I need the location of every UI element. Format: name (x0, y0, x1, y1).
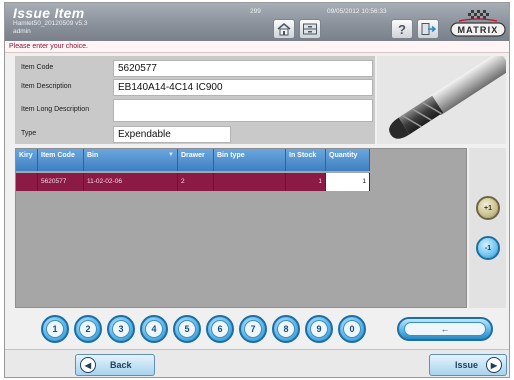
column-header-bin-label: Bin (87, 152, 99, 159)
minus-one-button[interactable]: -1 (476, 236, 500, 260)
key-6-label: 6 (211, 320, 229, 338)
back-button[interactable]: ◀ Back (75, 354, 155, 376)
logout-button[interactable] (417, 19, 439, 39)
app-build: Hamlet50_20120509 v5.3 (13, 20, 88, 27)
matrix-logo: MATRIX (449, 9, 507, 39)
quantity-input[interactable]: 1 (326, 173, 370, 191)
drawer-button[interactable] (299, 19, 321, 39)
item-code-field[interactable]: 5620577 (113, 60, 373, 77)
cell-drawer: 2 (178, 173, 214, 191)
key-5-label: 5 (178, 320, 196, 338)
key-0-label: 0 (343, 320, 361, 338)
backspace-button[interactable]: ← (397, 317, 493, 341)
cell-bin-type (214, 173, 286, 191)
issue-button-label: Issue (454, 360, 478, 370)
column-header-in-stock[interactable]: In Stock (286, 149, 326, 171)
key-2[interactable]: 2 (74, 315, 102, 343)
date-time: 09/05/2012 10:56:33 (327, 8, 387, 15)
key-4[interactable]: 4 (140, 315, 168, 343)
logo-text: MATRIX (457, 25, 498, 35)
key-4-label: 4 (145, 320, 163, 338)
quantity-adjust-panel: +1 -1 (469, 148, 506, 308)
key-2-label: 2 (79, 320, 97, 338)
bottom-bar: ◀ Back Issue ▶ (5, 349, 509, 377)
cell-item-code: 5620577 (38, 173, 84, 191)
key-1[interactable]: 1 (41, 315, 69, 343)
item-long-description-label: Item Long Description (21, 106, 90, 113)
item-image (377, 56, 506, 144)
column-header-kiry[interactable]: Kiry (16, 149, 38, 171)
item-description-label: Item Description (21, 83, 72, 90)
arrow-right-icon: ▶ (486, 357, 502, 373)
key-8[interactable]: 8 (272, 315, 300, 343)
key-7-label: 7 (244, 320, 262, 338)
table-header: Kiry Item Code Bin ▼ Drawer Bin type In … (16, 149, 370, 171)
key-9[interactable]: 9 (305, 315, 333, 343)
column-header-item-code[interactable]: Item Code (38, 149, 84, 171)
drawer-icon (303, 23, 317, 35)
exit-icon (421, 23, 436, 35)
cell-bin: 11-02-02-06 (84, 173, 178, 191)
help-button[interactable]: ? (391, 19, 413, 39)
app-version: Hamlet50_20120509 v5.3 admin (13, 20, 87, 36)
key-6[interactable]: 6 (206, 315, 234, 343)
app-window: Issue Item Hamlet50_20120509 v5.3 admin … (4, 2, 510, 378)
plus-one-button[interactable]: +1 (476, 196, 500, 220)
sort-icon: ▼ (168, 152, 174, 158)
column-header-drawer[interactable]: Drawer (178, 149, 214, 171)
home-icon (277, 23, 291, 36)
item-code-label: Item Code (21, 64, 54, 71)
issue-button[interactable]: Issue ▶ (429, 354, 507, 376)
title-bar: Issue Item Hamlet50_20120509 v5.3 admin … (5, 3, 509, 41)
item-description-field[interactable]: EB140A14-4C14 IC900 (113, 79, 373, 96)
key-5[interactable]: 5 (173, 315, 201, 343)
column-header-bin[interactable]: Bin ▼ (84, 149, 178, 171)
key-1-label: 1 (46, 320, 64, 338)
cell-kiry (16, 173, 38, 191)
key-8-label: 8 (277, 320, 295, 338)
cell-in-stock: 1 (286, 173, 326, 191)
back-button-label: Back (110, 360, 132, 370)
item-details-panel: Item Code 5620577 Item Description EB140… (15, 56, 375, 144)
item-long-description-field[interactable] (113, 99, 373, 122)
numeric-keypad: 1 2 3 4 5 6 7 8 9 0 ← (5, 309, 509, 347)
svg-text:?: ? (398, 22, 406, 37)
station-number: 299 (250, 8, 261, 15)
key-3-label: 3 (112, 320, 130, 338)
prompt-message: Please enter your choice. (5, 41, 509, 53)
bin-table: Kiry Item Code Bin ▼ Drawer Bin type In … (15, 148, 467, 308)
help-icon: ? (398, 22, 406, 37)
backspace-icon: ← (404, 322, 486, 336)
page-title: Issue Item (13, 5, 85, 21)
table-row[interactable]: 5620577 11-02-02-06 2 1 1 (16, 173, 370, 191)
user-name: admin (13, 28, 31, 35)
column-header-bin-type[interactable]: Bin type (214, 149, 286, 171)
key-0[interactable]: 0 (338, 315, 366, 343)
column-header-quantity[interactable]: Quantity (326, 149, 370, 171)
home-button[interactable] (273, 19, 295, 39)
type-label: Type (21, 130, 37, 137)
key-7[interactable]: 7 (239, 315, 267, 343)
key-9-label: 9 (310, 320, 328, 338)
type-field[interactable]: Expendable (113, 126, 231, 143)
arrow-left-icon: ◀ (80, 357, 96, 373)
key-3[interactable]: 3 (107, 315, 135, 343)
